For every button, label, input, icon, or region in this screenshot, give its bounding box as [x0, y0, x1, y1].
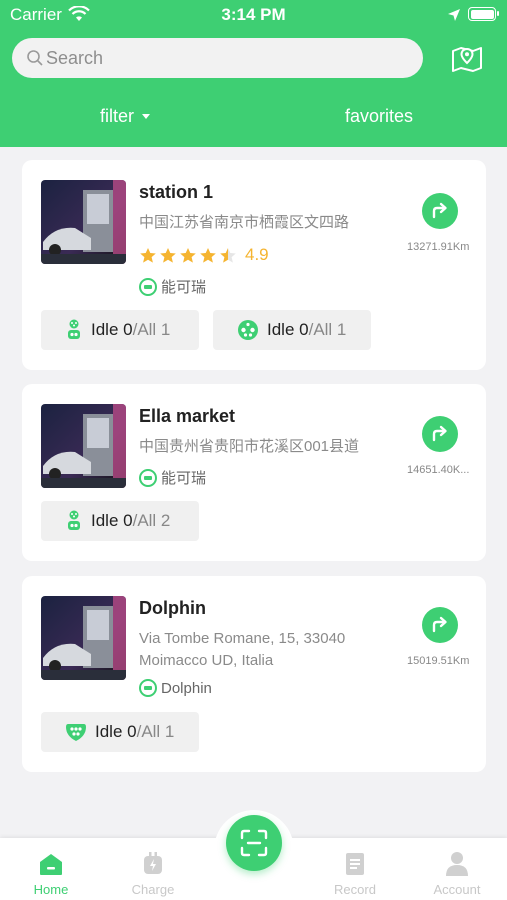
tab-filter[interactable]: filter: [100, 106, 151, 127]
half-star-icon: [220, 247, 236, 263]
star-icon: [140, 247, 156, 263]
all-count: /All 1: [308, 320, 347, 339]
idle-count: Idle 0: [95, 722, 137, 741]
station-address: 中国江苏省南京市栖霞区文四路: [139, 214, 350, 231]
all-count: /All 1: [136, 722, 175, 741]
tab-record[interactable]: Record: [315, 846, 395, 897]
connector-chip[interactable]: Idle 0/All 1: [213, 310, 371, 350]
operator-name: 能可瑞: [161, 279, 207, 296]
search-icon: [26, 49, 44, 72]
scan-icon: [240, 829, 268, 857]
scan-button[interactable]: [226, 815, 282, 871]
rating-value: 4.9: [245, 245, 269, 264]
navigate-button[interactable]: [422, 193, 458, 229]
connector-chip[interactable]: Idle 0/All 1: [41, 310, 199, 350]
connector-icon: [65, 319, 83, 341]
header: Carrier 3:14 PM filter favorites: [0, 0, 507, 147]
station-card[interactable]: station 1 中国江苏省南京市栖霞区文四路 4.9 能可瑞 13271.9…: [22, 160, 486, 370]
star-icon: [200, 247, 216, 263]
operator: Dolphin: [139, 679, 212, 697]
battery-icon: [468, 7, 499, 21]
station-name: station 1: [139, 182, 214, 202]
station-card[interactable]: Dolphin Via Tombe Romane, 15, 33040 Moim…: [22, 576, 486, 772]
charge-icon: [113, 846, 193, 882]
navigate-arrow-icon: [432, 202, 447, 219]
home-icon: [11, 846, 91, 882]
operator-icon: [139, 277, 157, 296]
type2-connector-icon: [65, 722, 87, 742]
tab-favorites[interactable]: favorites: [345, 106, 413, 127]
operator-icon: [139, 679, 157, 697]
operator-icon: [139, 468, 157, 487]
station-name: Dolphin: [139, 598, 206, 618]
distance: 14651.40K...: [407, 464, 470, 476]
all-count: /All 2: [132, 511, 171, 530]
distance: 15019.51Km: [407, 655, 470, 667]
station-name: Ella market: [139, 406, 236, 426]
tab-filter-label: filter: [100, 106, 135, 126]
navigate-arrow-icon: [432, 616, 447, 633]
clock: 3:14 PM: [221, 5, 286, 24]
station-image: [41, 596, 126, 680]
tab-home-label: Home: [33, 882, 69, 897]
tab-account[interactable]: Account: [417, 846, 497, 897]
all-count: /All 1: [132, 320, 171, 339]
tab-charge[interactable]: Charge: [113, 846, 193, 897]
idle-count: Idle 0: [267, 320, 309, 339]
connector-chip[interactable]: Idle 0/All 2: [41, 501, 199, 541]
star-icon: [180, 247, 196, 263]
operator: 能可瑞: [139, 467, 206, 488]
operator-name: 能可瑞: [161, 470, 207, 487]
navigate-button[interactable]: [422, 416, 458, 452]
navigate-arrow-icon: [432, 425, 447, 442]
station-address: Via Tombe Romane, 15, 33040 Moimacco UD,…: [139, 630, 346, 669]
map-icon[interactable]: [450, 42, 484, 74]
connector-chip[interactable]: Idle 0/All 1: [41, 712, 199, 752]
tab-charge-label: Charge: [131, 882, 175, 897]
search-input[interactable]: [46, 38, 406, 78]
station-image: [41, 404, 126, 488]
gb-connector-icon: [237, 319, 259, 341]
record-icon: [315, 846, 395, 882]
tab-account-label: Account: [433, 882, 481, 897]
tab-home[interactable]: Home: [11, 846, 91, 897]
location-arrow-icon: [447, 7, 461, 27]
rating-stars: 4.9: [139, 245, 269, 265]
idle-count: Idle 0: [91, 320, 133, 339]
distance: 13271.91Km: [407, 241, 470, 253]
station-image: [41, 180, 126, 264]
navigate-button[interactable]: [422, 607, 458, 643]
connector-icon: [65, 510, 83, 532]
account-icon: [417, 846, 497, 882]
operator: 能可瑞: [139, 276, 206, 297]
chevron-down-icon: [142, 114, 151, 119]
status-bar: Carrier 3:14 PM: [0, 0, 507, 30]
station-address: 中国贵州省贵阳市花溪区001县道: [139, 438, 360, 455]
search-bar[interactable]: [12, 38, 423, 78]
operator-name: Dolphin: [161, 679, 212, 697]
star-icon: [160, 247, 176, 263]
tab-record-label: Record: [334, 882, 376, 897]
idle-count: Idle 0: [91, 511, 133, 530]
station-card[interactable]: Ella market 中国贵州省贵阳市花溪区001县道 能可瑞 14651.4…: [22, 384, 486, 561]
